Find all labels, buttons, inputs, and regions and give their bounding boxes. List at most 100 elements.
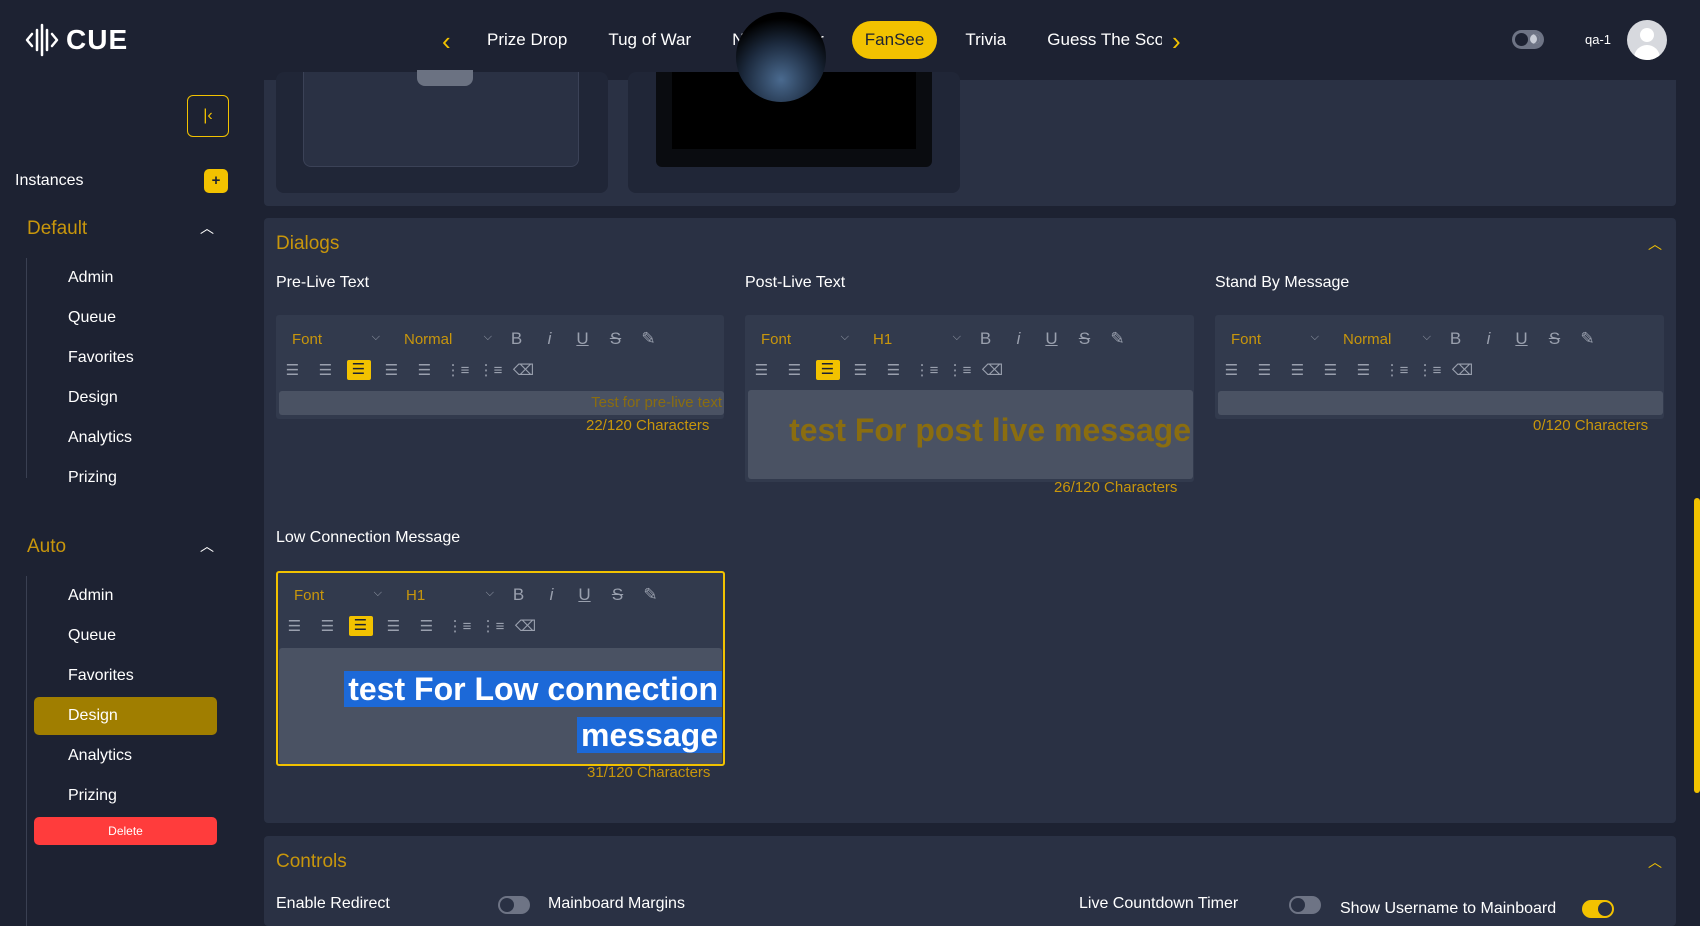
nav-prev-chevron-icon[interactable]: ‹	[442, 26, 451, 57]
indent-decrease-icon[interactable]: ☰	[375, 361, 408, 379]
group-title-auto[interactable]: Auto	[27, 536, 66, 558]
sidebar-item-default-admin[interactable]: Admin	[34, 259, 217, 297]
bullet-list-icon[interactable]: ⋮≡	[476, 617, 509, 635]
indent-decrease-icon[interactable]: ☰	[377, 617, 410, 635]
size-select[interactable]: H1 ⌵	[857, 331, 969, 348]
preview-thumbnail-2[interactable]	[628, 12, 960, 193]
align-right-icon[interactable]: ☰	[1281, 361, 1314, 379]
align-right-icon[interactable]: ☰	[344, 616, 377, 636]
italic-icon[interactable]: i	[535, 585, 568, 605]
align-center-icon[interactable]: ☰	[309, 361, 342, 379]
tab-guess-the-score[interactable]: Guess The Score	[1034, 21, 1162, 59]
align-left-icon[interactable]: ☰	[278, 617, 311, 635]
font-select[interactable]: Font ⌵	[745, 331, 857, 348]
collapse-sidebar-button[interactable]: |‹	[187, 95, 229, 137]
bullet-list-icon[interactable]: ⋮≡	[943, 361, 976, 379]
align-center-icon[interactable]: ☰	[778, 361, 811, 379]
tab-prize-drop[interactable]: Prize Drop	[474, 21, 580, 59]
align-left-icon[interactable]: ☰	[1215, 361, 1248, 379]
sidebar-item-default-analytics[interactable]: Analytics	[34, 419, 217, 457]
size-select[interactable]: Normal ⌵	[388, 331, 500, 348]
theme-toggle[interactable]	[1512, 30, 1544, 49]
ordered-list-icon[interactable]: ⋮≡	[443, 617, 476, 635]
sidebar-item-default-queue[interactable]: Queue	[34, 299, 217, 337]
clear-format-icon[interactable]: ⌫	[1446, 361, 1479, 379]
bold-icon[interactable]: B	[969, 329, 1002, 349]
sidebar-item-auto-design[interactable]: Design	[34, 697, 217, 735]
tab-tug-of-war[interactable]: Tug of War	[595, 21, 704, 59]
chevron-up-icon[interactable]: ︿	[200, 218, 214, 238]
underline-icon[interactable]: U	[568, 585, 601, 605]
indent-increase-icon[interactable]: ☰	[408, 361, 441, 379]
clear-format-icon[interactable]: ⌫	[509, 617, 542, 635]
strikethrough-icon[interactable]: S	[599, 329, 632, 349]
align-right-icon[interactable]: ☰	[811, 360, 844, 380]
delete-button[interactable]: Delete	[34, 817, 217, 845]
strikethrough-icon[interactable]: S	[1068, 329, 1101, 349]
sidebar-item-default-prizing[interactable]: Prizing	[34, 459, 217, 497]
align-left-icon[interactable]: ☰	[745, 361, 778, 379]
post-live-input[interactable]: test For post live message	[748, 390, 1193, 479]
ordered-list-icon[interactable]: ⋮≡	[1380, 361, 1413, 379]
nav-next-chevron-icon[interactable]: ›	[1172, 26, 1181, 57]
ordered-list-icon[interactable]: ⋮≡	[910, 361, 943, 379]
preview-thumbnail-1[interactable]	[276, 70, 608, 193]
font-select[interactable]: Font ⌵	[276, 331, 388, 348]
underline-icon[interactable]: U	[566, 329, 599, 349]
clear-format-icon[interactable]: ⌫	[976, 361, 1009, 379]
sidebar-item-auto-prizing[interactable]: Prizing	[34, 777, 217, 815]
sidebar-item-auto-admin[interactable]: Admin	[34, 577, 217, 615]
collapse-controls-chevron-icon[interactable]: ︿	[1648, 852, 1662, 872]
italic-icon[interactable]: i	[1472, 329, 1505, 349]
stand-by-input[interactable]	[1218, 391, 1663, 415]
bullet-list-icon[interactable]: ⋮≡	[1413, 361, 1446, 379]
highlight-icon[interactable]: ✎	[634, 585, 667, 605]
avatar-icon[interactable]	[1627, 20, 1667, 60]
italic-icon[interactable]: i	[533, 329, 566, 349]
indent-increase-icon[interactable]: ☰	[1347, 361, 1380, 379]
bold-icon[interactable]: B	[500, 329, 533, 349]
size-select[interactable]: Normal ⌵	[1327, 331, 1439, 348]
align-center-icon[interactable]: ☰	[311, 617, 344, 635]
align-left-icon[interactable]: ☰	[276, 361, 309, 379]
bullet-list-icon[interactable]: ⋮≡	[474, 361, 507, 379]
highlight-icon[interactable]: ✎	[1101, 329, 1134, 349]
pre-live-input[interactable]: Test for pre-live text	[279, 391, 724, 415]
indent-increase-icon[interactable]: ☰	[410, 617, 443, 635]
clear-format-icon[interactable]: ⌫	[507, 361, 540, 379]
align-center-icon[interactable]: ☰	[1248, 361, 1281, 379]
highlight-icon[interactable]: ✎	[1571, 329, 1604, 349]
bold-icon[interactable]: B	[502, 585, 535, 605]
underline-icon[interactable]: U	[1505, 329, 1538, 349]
size-select[interactable]: H1 ⌵	[390, 587, 502, 604]
add-instance-button[interactable]: +	[204, 169, 228, 193]
live-countdown-toggle[interactable]	[1289, 896, 1321, 914]
show-username-toggle[interactable]	[1582, 900, 1614, 918]
highlight-icon[interactable]: ✎	[632, 329, 665, 349]
tab-trivia[interactable]: Trivia	[952, 21, 1019, 59]
sidebar-item-default-design[interactable]: Design	[34, 379, 217, 417]
strikethrough-icon[interactable]: S	[601, 585, 634, 605]
sidebar-item-default-favorites[interactable]: Favorites	[34, 339, 217, 377]
enable-redirect-toggle[interactable]	[498, 896, 530, 914]
ordered-list-icon[interactable]: ⋮≡	[441, 361, 474, 379]
italic-icon[interactable]: i	[1002, 329, 1035, 349]
font-select[interactable]: Font ⌵	[278, 587, 390, 604]
chevron-up-icon[interactable]: ︿	[200, 536, 214, 556]
strikethrough-icon[interactable]: S	[1538, 329, 1571, 349]
sidebar-item-auto-queue[interactable]: Queue	[34, 617, 217, 655]
font-select[interactable]: Font ⌵	[1215, 331, 1327, 348]
align-right-icon[interactable]: ☰	[342, 360, 375, 380]
collapse-dialogs-chevron-icon[interactable]: ︿	[1648, 234, 1662, 254]
underline-icon[interactable]: U	[1035, 329, 1068, 349]
group-title-default[interactable]: Default	[27, 218, 87, 240]
indent-decrease-icon[interactable]: ☰	[1314, 361, 1347, 379]
low-connection-input[interactable]: test For Low connection message	[279, 648, 722, 764]
sidebar-item-auto-analytics[interactable]: Analytics	[34, 737, 217, 775]
sidebar-item-auto-favorites[interactable]: Favorites	[34, 657, 217, 695]
indent-increase-icon[interactable]: ☰	[877, 361, 910, 379]
cue-logo[interactable]: CUE	[24, 22, 128, 58]
tab-fansee[interactable]: FanSee	[851, 21, 938, 59]
bold-icon[interactable]: B	[1439, 329, 1472, 349]
indent-decrease-icon[interactable]: ☰	[844, 361, 877, 379]
